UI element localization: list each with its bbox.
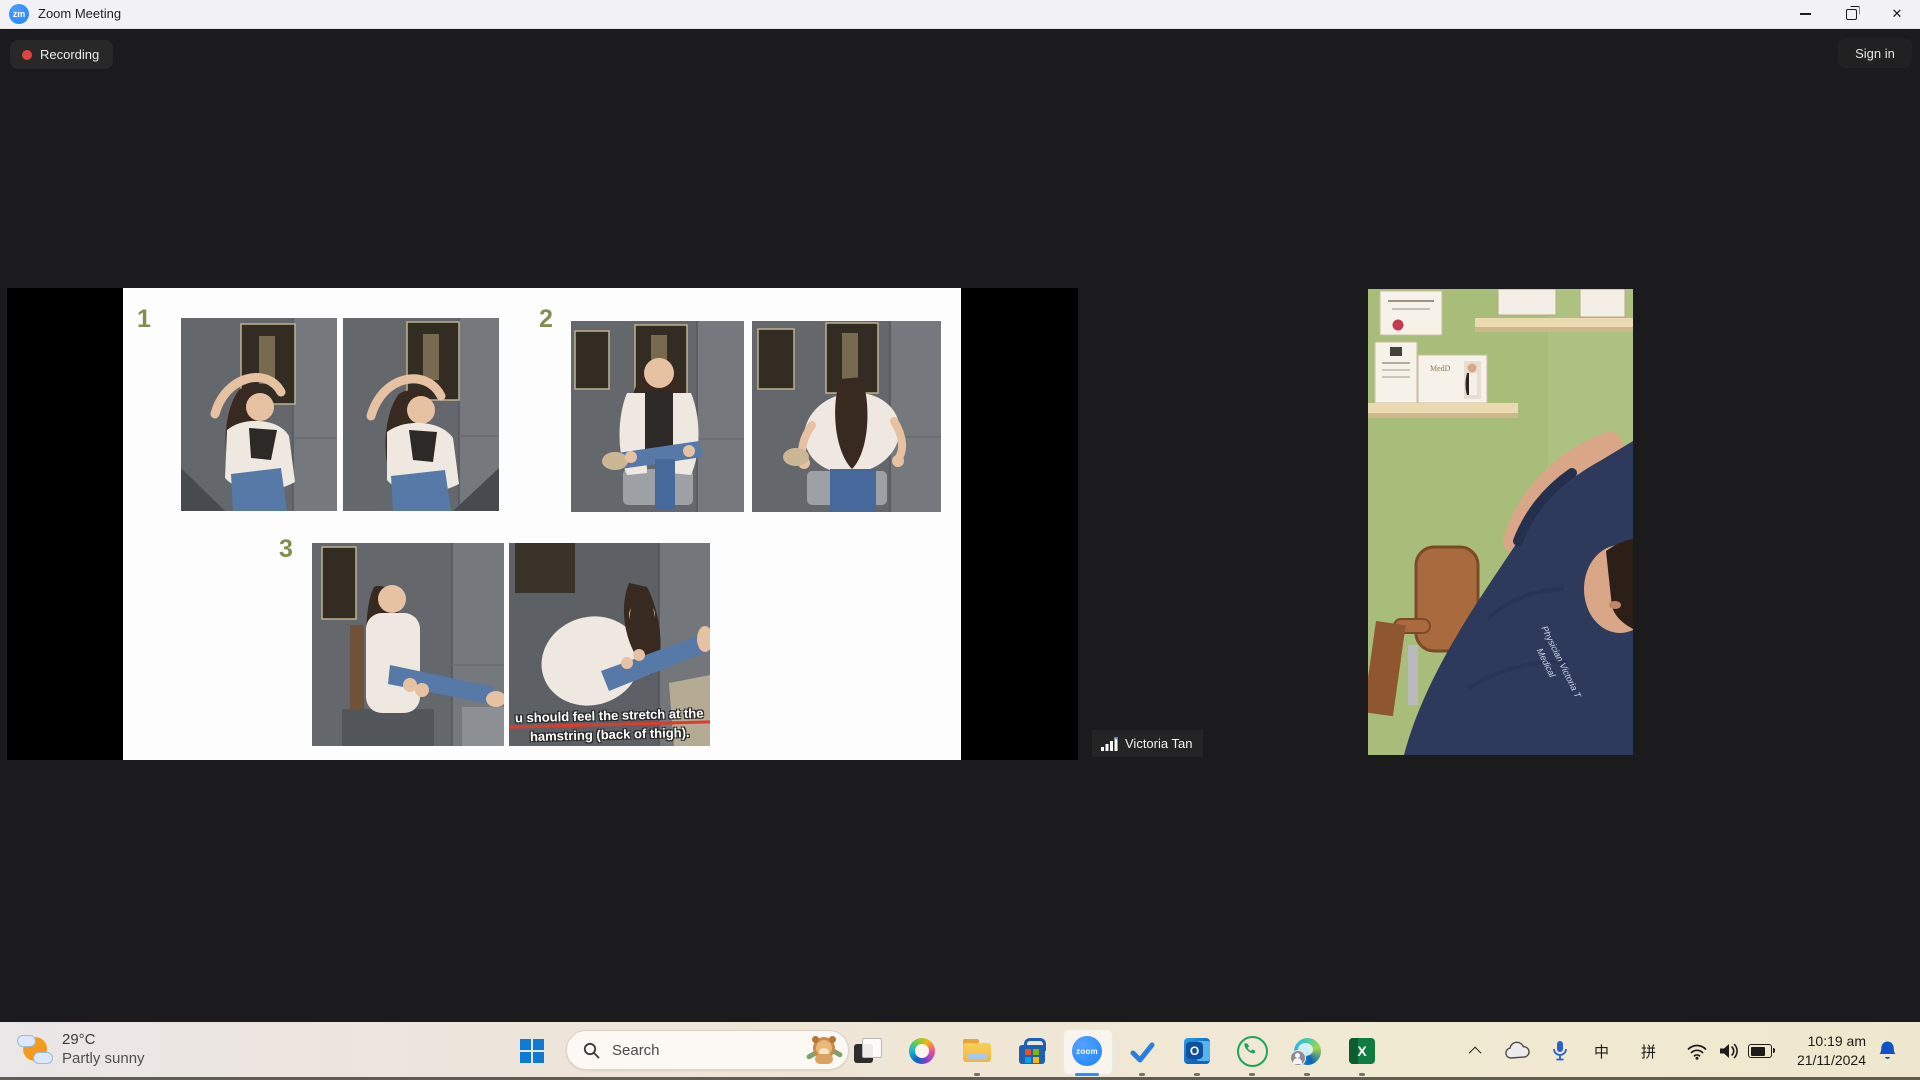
outlook-icon: O <box>1184 1038 1210 1064</box>
recording-indicator[interactable]: Recording <box>10 40 113 69</box>
running-indicator <box>1139 1073 1145 1076</box>
running-indicator <box>1304 1073 1310 1076</box>
taskbar-app-file-explorer[interactable] <box>955 1029 999 1073</box>
tray-wifi[interactable] <box>1686 1022 1708 1080</box>
search-input[interactable] <box>610 1041 784 1060</box>
taskbar-app-whatsapp[interactable] <box>1230 1029 1274 1073</box>
exercise-photo-1b <box>343 318 499 511</box>
step-number-2: 2 <box>539 305 553 334</box>
running-indicator <box>974 1073 980 1076</box>
step-number-3: 3 <box>279 535 293 564</box>
wall-shelf-right <box>1475 318 1633 327</box>
title-bar: zm Zoom Meeting ✕ <box>0 0 1920 29</box>
restore-button[interactable] <box>1828 0 1874 28</box>
signal-bars-icon <box>1101 737 1118 751</box>
weather-widget[interactable]: 29°C Partly sunny <box>16 1030 145 1068</box>
recording-dot-icon <box>22 50 32 60</box>
taskbar-app-copilot[interactable] <box>900 1029 944 1073</box>
tray-battery[interactable] <box>1748 1022 1772 1080</box>
zoom-app-icon: zm <box>9 4 29 24</box>
tray-onedrive[interactable] <box>1504 1022 1531 1080</box>
start-button[interactable] <box>520 1039 544 1063</box>
onedrive-cloud-icon <box>1504 1041 1531 1061</box>
search-icon <box>583 1042 600 1059</box>
restore-icon <box>1846 9 1857 20</box>
sign-in-button[interactable]: Sign in <box>1838 38 1912 68</box>
wall-shelf-left <box>1368 403 1518 413</box>
self-video-tile[interactable]: MedD Physician Victoria T Medical <box>1368 289 1633 755</box>
desktops-icon <box>853 1037 881 1065</box>
microphone-icon <box>1550 1039 1570 1063</box>
participant-name-tag: Victoria Tan <box>1092 730 1203 757</box>
zoom-meeting-window: zm Zoom Meeting ✕ Recording Sign in 1 2 … <box>0 0 1920 1080</box>
tray-ime-layout[interactable]: 拼 <box>1641 1022 1656 1080</box>
exercise-photo-2b <box>752 321 941 512</box>
active-running-indicator <box>1075 1073 1099 1076</box>
edge-icon <box>1294 1038 1321 1065</box>
taskbar-app-todo[interactable] <box>1120 1029 1164 1073</box>
excel-icon: X <box>1349 1038 1375 1064</box>
participant-name: Victoria Tan <box>1125 736 1192 751</box>
exercise-photo-3a <box>312 543 504 746</box>
wifi-icon <box>1686 1042 1708 1060</box>
copilot-icon <box>909 1038 935 1064</box>
zoom-taskbar-icon: zoom <box>1072 1036 1102 1066</box>
speaker-icon <box>1718 1042 1740 1060</box>
partly-sunny-icon <box>16 1030 54 1068</box>
step-number-1: 1 <box>137 305 151 334</box>
video-caption: u should feel the stretch at the hamstri… <box>509 703 710 746</box>
certificate-frame <box>1380 291 1442 335</box>
tray-microphone-in-use[interactable] <box>1550 1022 1570 1080</box>
exercise-photo-3b: u should feel the stretch at the hamstri… <box>509 543 710 746</box>
taskbar-search-box[interactable] <box>566 1030 849 1070</box>
notifications-bell-icon[interactable] <box>1878 1040 1897 1067</box>
taskbar-app-microsoft-store[interactable] <box>1010 1029 1054 1073</box>
weather-condition: Partly sunny <box>62 1049 145 1068</box>
tray-ime-mode[interactable]: 中 <box>1594 1022 1609 1080</box>
edge-profile-avatar <box>1290 1050 1306 1066</box>
exercise-photo-1a <box>181 318 337 511</box>
minimize-button[interactable] <box>1782 0 1828 28</box>
whatsapp-icon <box>1237 1036 1268 1067</box>
minimize-icon <box>1800 13 1811 14</box>
windows-taskbar: 29°C Partly sunny <box>0 1022 1920 1080</box>
running-indicator <box>1194 1073 1200 1076</box>
window-title: Zoom Meeting <box>38 0 121 28</box>
tray-volume[interactable] <box>1718 1022 1740 1080</box>
clock-date: 21/11/2024 <box>1770 1051 1866 1070</box>
presentation-slide: 1 2 3 <box>123 288 961 760</box>
battery-icon <box>1748 1044 1772 1058</box>
clock-time: 10:19 am <box>1770 1032 1866 1051</box>
running-indicator <box>1249 1073 1255 1076</box>
svg-text:MedD: MedD <box>1430 364 1451 373</box>
taskbar-app-zoom[interactable]: zoom <box>1065 1029 1109 1073</box>
chevron-up-icon <box>1469 1046 1482 1059</box>
search-highlight-lion-icon[interactable] <box>808 1034 840 1066</box>
running-indicator <box>1359 1073 1365 1076</box>
taskbar-app-desktops[interactable] <box>845 1029 889 1073</box>
file-explorer-icon <box>963 1039 991 1063</box>
exercise-photo-2a <box>571 321 744 512</box>
taskbar-clock[interactable]: 10:19 am 21/11/2024 <box>1770 1032 1866 1070</box>
weather-temperature: 29°C <box>62 1030 145 1049</box>
recording-label: Recording <box>40 47 99 62</box>
todo-check-icon <box>1129 1038 1156 1065</box>
tray-hidden-icons-button[interactable] <box>1472 1022 1481 1080</box>
taskbar-app-excel[interactable]: X <box>1340 1029 1384 1073</box>
taskbar-app-outlook[interactable]: O <box>1175 1029 1219 1073</box>
close-button[interactable]: ✕ <box>1874 0 1920 28</box>
microsoft-store-icon <box>1019 1038 1045 1064</box>
taskbar-app-edge[interactable] <box>1285 1029 1329 1073</box>
